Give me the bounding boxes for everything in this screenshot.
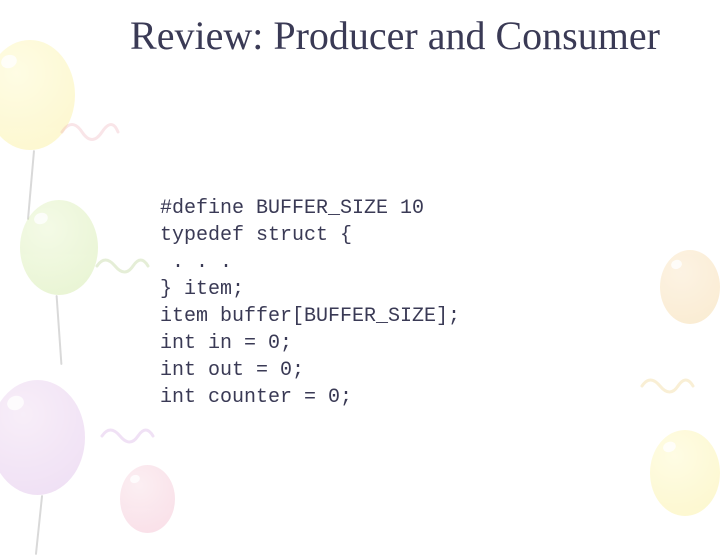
balloon-string xyxy=(35,495,43,555)
balloon-decoration xyxy=(120,465,175,533)
code-line: int in = 0; xyxy=(160,332,292,355)
wave-decoration xyxy=(95,250,150,276)
balloon-decoration xyxy=(0,380,85,495)
balloon-decoration xyxy=(650,430,720,516)
balloon-decoration xyxy=(20,200,98,295)
code-line: } item; xyxy=(160,278,244,301)
code-line: typedef struct { xyxy=(160,224,352,247)
code-line: item buffer[BUFFER_SIZE]; xyxy=(160,305,460,328)
code-block: #define BUFFER_SIZE 10 typedef struct { … xyxy=(160,168,460,438)
slide-title: Review: Producer and Consumer xyxy=(110,14,680,58)
balloon-decoration xyxy=(660,250,720,324)
wave-decoration xyxy=(60,112,120,142)
wave-decoration xyxy=(640,370,695,396)
slide: Review: Producer and Consumer #define BU… xyxy=(0,0,720,540)
code-line: . . . xyxy=(160,251,232,274)
code-line: int counter = 0; xyxy=(160,386,352,409)
balloon-string xyxy=(56,295,63,365)
wave-decoration xyxy=(100,420,155,446)
code-line: #define BUFFER_SIZE 10 xyxy=(160,197,424,220)
code-line: int out = 0; xyxy=(160,359,304,382)
